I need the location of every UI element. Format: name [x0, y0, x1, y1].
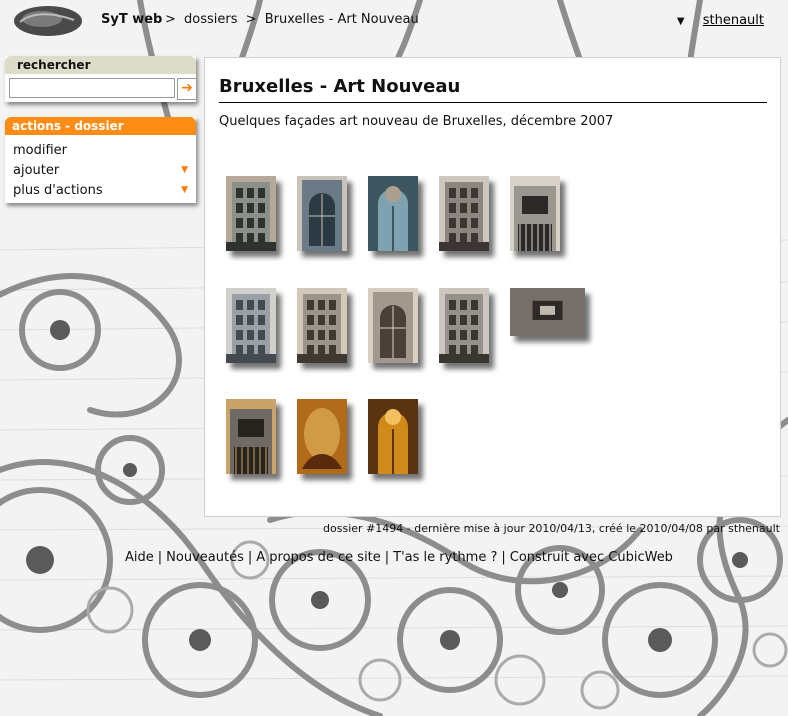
footer-separator: | [247, 550, 253, 565]
user-menu[interactable]: ▼ sthenault [677, 13, 764, 28]
dropdown-arrow-icon[interactable]: ▼ [181, 165, 188, 175]
photo-thumbnail[interactable] [439, 176, 489, 251]
photo-thumbnail[interactable] [226, 399, 276, 474]
breadcrumb-item-dossiers[interactable]: dossiers [184, 12, 237, 27]
photo-thumbnail[interactable] [297, 288, 347, 363]
title-divider [219, 102, 767, 103]
dropdown-arrow-icon[interactable]: ▼ [181, 185, 188, 195]
triangle-down-icon[interactable]: ▼ [677, 16, 685, 27]
footer-separator: | [384, 550, 390, 565]
footer-separator: | [501, 550, 506, 565]
photo-thumbnail[interactable] [368, 399, 418, 474]
search-box: rechercher ➔ [5, 56, 197, 102]
photo-thumbnail[interactable] [510, 176, 560, 251]
folder-metadata: dossier #1494 - dernière mise à jour 201… [323, 522, 780, 535]
site-logo[interactable] [12, 4, 84, 38]
photo-thumbnail[interactable] [226, 288, 276, 363]
arrow-right-icon[interactable]: ➔ [177, 78, 197, 100]
username-link[interactable]: sthenault [703, 13, 764, 28]
footer-link-nouveautes[interactable]: Nouveautés [166, 550, 244, 565]
action-plus-dactions[interactable]: plus d'actions [13, 183, 103, 198]
action-modifier[interactable]: modifier [13, 143, 67, 158]
breadcrumb-separator: > [245, 12, 257, 27]
photo-thumbnail[interactable] [368, 288, 418, 363]
footer-separator: | [157, 550, 163, 565]
actions-box: actions - dossier modifier ajouter ▼ plu… [5, 117, 196, 203]
breadcrumb-separator: > [165, 12, 176, 27]
actions-box-title: actions - dossier [5, 117, 196, 135]
photo-thumbnail[interactable] [297, 399, 347, 474]
footer-link-cubicweb[interactable]: Construit avec CubicWeb [510, 550, 673, 565]
breadcrumb: > dossiers > Bruxelles - Art Nouveau [165, 12, 423, 27]
folder-description: Quelques façades art nouveau de Bruxelle… [219, 114, 614, 129]
main-content: Bruxelles - Art Nouveau Quelques façades… [204, 57, 781, 517]
footer-link-a-propos[interactable]: A propos de ce site [256, 550, 381, 565]
photo-thumbnail[interactable] [368, 176, 418, 251]
search-box-title: rechercher [5, 56, 196, 74]
action-ajouter[interactable]: ajouter [13, 163, 59, 178]
photo-thumbnail[interactable] [439, 288, 489, 363]
search-input[interactable] [9, 78, 175, 98]
footer-link-aide[interactable]: Aide [125, 550, 154, 565]
footer-link-tas-le-rythme[interactable]: T'as le rythme ? [393, 550, 497, 565]
breadcrumb-item-current: Bruxelles - Art Nouveau [264, 12, 419, 27]
page-title: Bruxelles - Art Nouveau [219, 76, 461, 97]
photo-thumbnail[interactable] [226, 176, 276, 251]
site-name-link[interactable]: SyT web [101, 12, 162, 27]
footer-links: Aide | Nouveautés | A propos de ce site | T'as… [125, 550, 673, 565]
photo-thumbnail[interactable] [510, 288, 585, 336]
photo-thumbnail[interactable] [297, 176, 347, 251]
